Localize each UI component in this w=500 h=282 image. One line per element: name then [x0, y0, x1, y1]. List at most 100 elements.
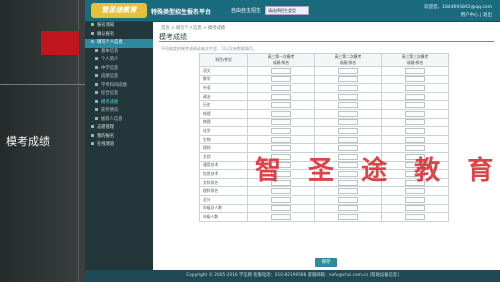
score-input[interactable] — [338, 196, 358, 203]
score-input[interactable] — [405, 76, 425, 83]
slide-divider-horizontal — [0, 84, 85, 85]
bullet-icon — [95, 108, 98, 111]
score-input[interactable] — [271, 76, 291, 83]
score-input[interactable] — [271, 196, 291, 203]
table-row: 历史 — [199, 100, 449, 110]
score-input[interactable] — [271, 188, 291, 195]
score-input[interactable] — [405, 196, 425, 203]
table-row: 地理 — [199, 108, 449, 119]
score-cell — [247, 212, 315, 222]
score-input[interactable] — [338, 136, 358, 143]
subject-label: 年级人数 — [199, 212, 248, 222]
sidebar-item[interactable]: 推荐人信息 — [85, 116, 153, 125]
footer: Copyright © 2005-2016 学信网 客服电话：010-82199… — [85, 270, 500, 282]
subject-label: 总分 — [199, 194, 248, 205]
sidebar-item[interactable]: 成绩信息 — [85, 73, 153, 82]
sidebar-item-label: 填写个人信息 — [97, 40, 123, 45]
score-input[interactable] — [338, 93, 358, 100]
score-cell — [314, 117, 382, 128]
bullet-icon — [91, 133, 94, 137]
score-cell — [247, 117, 315, 128]
score-input[interactable] — [271, 84, 291, 91]
score-input[interactable] — [271, 67, 291, 74]
sidebar-item[interactable]: 模考成绩 — [85, 99, 153, 108]
score-input[interactable] — [405, 102, 425, 109]
sidebar-item[interactable]: 确认报名 — [85, 31, 153, 40]
bullet-icon — [95, 65, 98, 69]
score-input[interactable] — [271, 127, 291, 134]
recruit-type-select[interactable]: 请选择招生类型 — [265, 6, 309, 15]
score-input[interactable] — [405, 136, 425, 143]
score-cell — [381, 74, 449, 85]
user-info: 欢迎您，1844693842@qq.com — [424, 5, 492, 10]
watermark: 智 圣 途 教 育 — [255, 156, 500, 186]
bullet-icon — [91, 40, 94, 43]
score-input[interactable] — [338, 67, 358, 74]
score-input[interactable] — [338, 84, 358, 91]
score-input[interactable] — [271, 93, 291, 100]
bullet-icon — [95, 48, 98, 52]
subject-label: 通用技术 — [199, 160, 248, 171]
score-input[interactable] — [271, 136, 291, 143]
score-input[interactable] — [405, 84, 425, 91]
score-input[interactable] — [405, 110, 425, 117]
table-row: 语文 — [199, 66, 449, 76]
sidebar-item[interactable]: 报名须知 — [85, 22, 153, 31]
sidebar-item[interactable]: 基本信息 — [85, 48, 153, 57]
score-input[interactable] — [338, 127, 358, 134]
table-row: 年级总人数 — [199, 203, 449, 214]
site-title: 特殊类型招生报名平台 — [151, 9, 212, 16]
score-input[interactable] — [405, 67, 425, 74]
score-input[interactable] — [405, 119, 425, 126]
top-bar: 智圣途教育 特殊类型招生报名平台 自由自主招生 请选择招生类型 欢迎您，1844… — [85, 0, 500, 22]
subject-label: 物理 — [199, 117, 248, 128]
form-hint: 不同维度的模考成绩或者文件里，可以没有数据填写。 — [161, 46, 257, 51]
score-cell — [381, 186, 449, 196]
score-cell — [381, 203, 449, 214]
score-input[interactable] — [338, 119, 358, 126]
main-content: 首页 > 填写个人信息 > 模考成绩 模考成绩 不同维度的模考成绩或者文件里，可… — [153, 22, 500, 270]
sidebar-item[interactable]: 我的报名 — [85, 133, 153, 142]
table-header-row: 科目/考试 高三第一次模考 成绩/排名 高三第二次模考 成绩/排名 高三第三次模考 成… — [199, 53, 449, 67]
score-input[interactable] — [271, 213, 291, 220]
score-input[interactable] — [405, 188, 425, 195]
sidebar-item[interactable]: 志愿管理 — [85, 124, 153, 133]
score-input[interactable] — [405, 213, 425, 220]
subject-label: 数学 — [199, 74, 248, 85]
breadcrumb[interactable]: 首页 > 填写个人信息 > 模考成绩 — [161, 25, 225, 31]
score-cell — [314, 212, 382, 222]
sidebar-item[interactable]: 在线测验 — [85, 141, 153, 150]
bullet-icon — [95, 99, 98, 103]
sidebar-item[interactable]: 获奖情况 — [85, 107, 153, 116]
sidebar-item-label: 综合信息 — [101, 91, 119, 96]
subject-label: 生物 — [199, 134, 248, 145]
sidebar-item[interactable]: 填写个人信息 — [85, 39, 153, 48]
score-input[interactable] — [338, 110, 358, 117]
score-input[interactable] — [405, 127, 425, 134]
bullet-icon — [91, 31, 94, 35]
score-cell — [247, 203, 315, 214]
score-input[interactable] — [338, 205, 358, 212]
score-cell — [381, 108, 449, 119]
score-input[interactable] — [271, 102, 291, 109]
score-input[interactable] — [338, 188, 358, 195]
sidebar-item[interactable]: 学考科目成绩 — [85, 82, 153, 91]
score-input[interactable] — [405, 93, 425, 100]
subject-label: 信息技术 — [199, 169, 248, 179]
score-cell — [247, 74, 315, 85]
score-input[interactable] — [271, 110, 291, 117]
sidebar-item[interactable]: 中学信息 — [85, 65, 153, 74]
score-input[interactable] — [271, 205, 291, 212]
score-input[interactable] — [338, 102, 358, 109]
score-input[interactable] — [338, 213, 358, 220]
site-logo[interactable]: 智圣途教育 — [91, 3, 147, 18]
table-row: 理科排名 — [199, 186, 449, 196]
sidebar-item[interactable]: 综合信息 — [85, 90, 153, 99]
score-input[interactable] — [338, 76, 358, 83]
score-input[interactable] — [271, 119, 291, 126]
user-links[interactable]: 用户中心 | 退出 — [461, 12, 492, 18]
save-button[interactable]: 保存 — [315, 258, 337, 267]
sidebar-item[interactable]: 个人简介 — [85, 56, 153, 65]
table-row: 政治 — [199, 91, 449, 102]
score-input[interactable] — [405, 205, 425, 212]
